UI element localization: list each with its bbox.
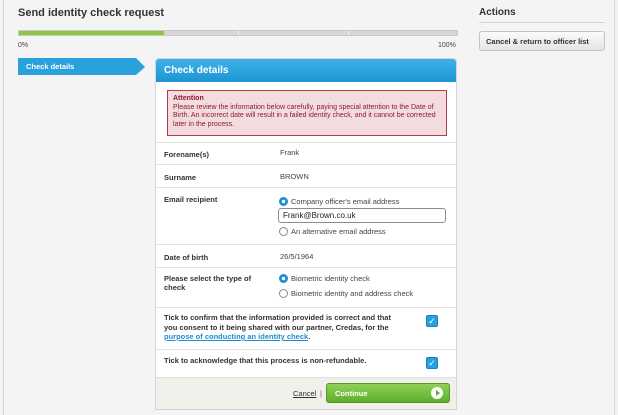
footer-separator: | — [320, 389, 322, 398]
continue-label: Continue — [335, 389, 368, 398]
alternative-email-radio-label[interactable]: An alternative email address — [291, 227, 386, 236]
step-tab-check-details: Check details — [18, 58, 145, 75]
actions-title: Actions — [479, 7, 516, 18]
surname-row: Surname BROWN — [156, 164, 456, 187]
surname-value: BROWN — [280, 172, 309, 181]
dob-label: Date of birth — [164, 253, 209, 262]
actions-divider — [479, 22, 605, 23]
card-title: Check details — [156, 59, 456, 82]
biometric-check-radio-label[interactable]: Biometric identity check — [291, 274, 370, 283]
confirm-checkbox[interactable]: ✓ — [426, 315, 438, 327]
check-type-row: Please select the type of check — [156, 267, 456, 307]
progress-end-label: 100% — [438, 42, 456, 49]
progress-tick — [347, 31, 349, 35]
alternative-email-radio[interactable] — [279, 227, 288, 236]
confirm-row: Tick to confirm that the information pro… — [156, 307, 456, 349]
non-refundable-row: Tick to acknowledge that this process is… — [156, 349, 456, 377]
biometric-address-check-radio-label[interactable]: Biometric identity and address check — [291, 289, 413, 298]
progress-tick — [238, 31, 239, 35]
attention-text: Please review the information below care… — [173, 103, 436, 128]
non-refundable-checkbox[interactable]: ✓ — [426, 357, 438, 369]
non-refundable-text: Tick to acknowledge that this process is… — [164, 356, 367, 365]
cancel-link[interactable]: Cancel — [293, 389, 316, 398]
attention-title: Attention — [173, 95, 204, 102]
confirm-text-lead: Tick to confirm that the information pro… — [164, 313, 391, 332]
check-details-card: Check details Attention Please review th… — [155, 58, 457, 410]
company-email-radio[interactable] — [279, 197, 288, 206]
progress-fill — [19, 31, 164, 35]
cancel-return-button[interactable]: Cancel & return to officer list — [479, 31, 605, 51]
biometric-address-check-radio[interactable] — [279, 289, 288, 298]
check-type-label: Please select the type of check — [164, 274, 252, 292]
progress-bar — [18, 30, 458, 36]
biometric-check-radio[interactable] — [279, 274, 288, 283]
page-title: Send identity check request — [18, 7, 165, 19]
confirm-text: Tick to confirm that the information pro… — [164, 313, 392, 342]
company-email-radio-label[interactable]: Company officer's email address — [291, 197, 399, 206]
app-frame: Send identity check request 0% 100% Chec… — [3, 0, 615, 415]
arrow-right-icon — [431, 387, 443, 399]
purpose-link[interactable]: purpose of conducting an identity check — [164, 332, 308, 341]
attention-box: Attention Please review the information … — [167, 90, 447, 136]
continue-button[interactable]: Continue — [326, 383, 450, 403]
dob-row: Date of birth 26/5/1964 — [156, 244, 456, 267]
forename-value: Frank — [280, 148, 300, 157]
card-footer: Cancel | Continue — [156, 377, 456, 409]
forename-row: Forename(s) Frank — [156, 142, 456, 164]
progress-start-label: 0% — [18, 42, 29, 49]
forename-label: Forename(s) — [164, 150, 210, 159]
confirm-text-end: . — [308, 332, 311, 341]
email-recipient-label: Email recipient — [164, 195, 218, 204]
email-input[interactable] — [278, 208, 446, 223]
dob-value: 26/5/1964 — [280, 252, 314, 261]
surname-label: Surname — [164, 173, 197, 182]
